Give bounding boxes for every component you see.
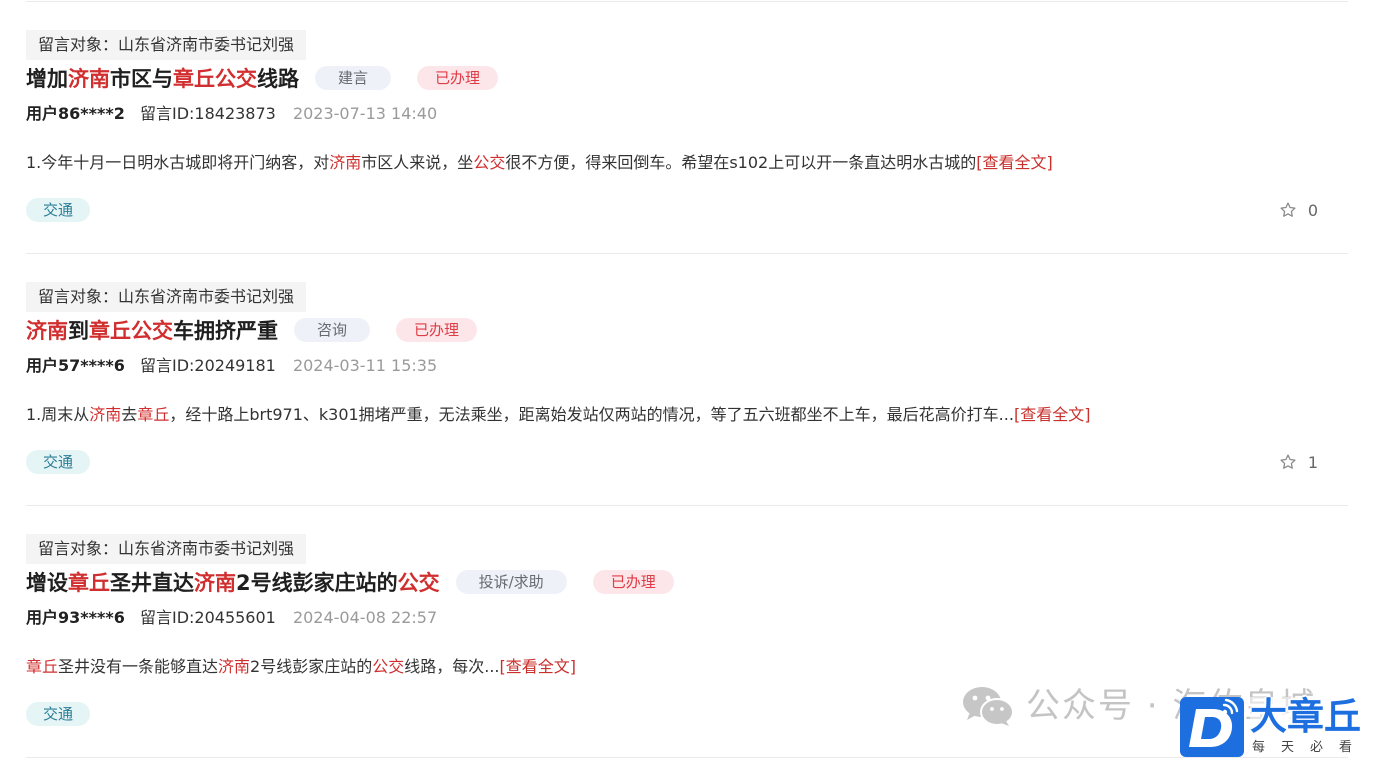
dazhangqiu-logo-icon bbox=[1180, 697, 1244, 757]
keyword-highlight: 济南 bbox=[89, 405, 122, 424]
message-type-tag: 咨询 bbox=[294, 318, 371, 342]
message-title-link[interactable]: 增设章丘圣井直达济南2号线彭家庄站的公交 bbox=[26, 567, 440, 597]
message-type-tag: 投诉/求助 bbox=[455, 570, 567, 594]
keyword-highlight: 济南 bbox=[218, 657, 251, 676]
wechat-icon bbox=[962, 686, 1014, 726]
brand-logo: 大章丘 每天必看 bbox=[1178, 695, 1376, 759]
text-segment: ，经十路上brt971、k301拥堵严重，无法乘坐，距离始发站仅两站的情况，等了… bbox=[169, 405, 1014, 424]
keyword-highlight: 济南 bbox=[68, 67, 110, 91]
excerpt-text: 1.周末从济南去章丘，经十路上brt971、k301拥堵严重，无法乘坐，距离始发… bbox=[26, 405, 1014, 424]
title-row: 增加济南市区与章丘公交线路 建言 已办理 bbox=[26, 63, 1348, 93]
keyword-highlight: 济南 bbox=[329, 153, 362, 172]
message-id: 留言ID:20455601 bbox=[139, 608, 276, 627]
message-target-badge: 留言对象：山东省济南市委书记刘强 bbox=[26, 282, 307, 312]
message-meta: 用户93****6 留言ID:20455601 2024-04-08 22:57 bbox=[26, 606, 1348, 630]
message-meta: 用户86****2 留言ID:18423873 2023-07-13 14:40 bbox=[26, 102, 1348, 126]
text-segment: 增加 bbox=[26, 67, 68, 91]
excerpt-text: 1.今年十月一日明水古城即将开门纳客，对济南市区人来说，坐公交很不方便，得来回倒… bbox=[26, 153, 976, 172]
favorite-count: 1 bbox=[1307, 452, 1318, 472]
text-segment: 很不方便，得来回倒车。希望在s102上可以开一条直达明水古城的 bbox=[505, 153, 977, 172]
view-full-text-link[interactable]: [查看全文] bbox=[500, 657, 577, 676]
text-segment: 到 bbox=[68, 319, 89, 343]
logo-name: 大章丘 bbox=[1250, 695, 1361, 738]
status-badge: 已办理 bbox=[592, 570, 674, 594]
text-segment: 增设 bbox=[26, 571, 68, 595]
status-badge: 已办理 bbox=[396, 318, 478, 342]
message-footer: 交通 0 bbox=[26, 198, 1348, 222]
keyword-highlight: 公交 bbox=[372, 657, 405, 676]
keyword-highlight: 公交 bbox=[473, 153, 506, 172]
keyword-highlight: 济南 bbox=[194, 571, 236, 595]
message-title-link[interactable]: 增加济南市区与章丘公交线路 bbox=[26, 63, 299, 93]
keyword-highlight: 济南 bbox=[26, 319, 68, 343]
text-segment: 市区人来说，坐 bbox=[361, 153, 474, 172]
text-segment: 1.周末从 bbox=[26, 405, 90, 424]
message-meta: 用户57****6 留言ID:20249181 2024-03-11 15:35 bbox=[26, 354, 1348, 378]
username: 用户57****6 bbox=[26, 356, 125, 375]
text-segment: 车拥挤严重 bbox=[173, 319, 278, 343]
message-excerpt: 1.今年十月一日明水古城即将开门纳客，对济南市区人来说，坐公交很不方便，得来回倒… bbox=[26, 151, 1348, 175]
star-outline-icon bbox=[1279, 453, 1297, 471]
message-target-badge: 留言对象：山东省济南市委书记刘强 bbox=[26, 534, 307, 564]
message-item: 留言对象：山东省济南市委书记刘强 增加济南市区与章丘公交线路 建言 已办理 用户… bbox=[26, 2, 1348, 254]
favorite-button[interactable]: 1 bbox=[1279, 453, 1318, 472]
text-segment: 线路，每次... bbox=[404, 657, 500, 676]
keyword-highlight: 章丘 bbox=[68, 571, 110, 595]
category-tag[interactable]: 交通 bbox=[26, 450, 91, 474]
message-footer: 交通 1 bbox=[26, 450, 1348, 474]
text-segment: 市区与 bbox=[110, 67, 173, 91]
text-segment: 去 bbox=[121, 405, 138, 424]
keyword-highlight: 章丘公交 bbox=[89, 319, 173, 343]
text-segment: 线路 bbox=[257, 67, 299, 91]
keyword-highlight: 公交 bbox=[397, 571, 440, 595]
logo-slogan: 每天必看 bbox=[1252, 740, 1369, 755]
text-segment: 圣井没有一条能够直达 bbox=[58, 657, 219, 676]
message-excerpt: 章丘圣井没有一条能够直达济南2号线彭家庄站的公交线路，每次...[查看全文] bbox=[26, 655, 1348, 679]
status-badge: 已办理 bbox=[417, 66, 499, 90]
message-type-tag: 建言 bbox=[315, 66, 392, 90]
timestamp: 2023-07-13 14:40 bbox=[292, 104, 438, 123]
message-target-badge: 留言对象：山东省济南市委书记刘强 bbox=[26, 30, 307, 60]
keyword-highlight: 章丘公交 bbox=[173, 67, 257, 91]
message-title-link[interactable]: 济南到章丘公交车拥挤严重 bbox=[26, 315, 278, 345]
title-row: 增设章丘圣井直达济南2号线彭家庄站的公交 投诉/求助 已办理 bbox=[26, 567, 1348, 597]
timestamp: 2024-04-08 22:57 bbox=[292, 608, 438, 627]
favorite-count: 0 bbox=[1307, 200, 1318, 220]
username: 用户93****6 bbox=[26, 608, 125, 627]
message-list: 留言对象：山东省济南市委书记刘强 增加济南市区与章丘公交线路 建言 已办理 用户… bbox=[26, 1, 1348, 758]
excerpt-text: 章丘圣井没有一条能够直达济南2号线彭家庄站的公交线路，每次... bbox=[26, 657, 500, 676]
view-full-text-link[interactable]: [查看全文] bbox=[1014, 405, 1091, 424]
text-segment: 圣井直达 bbox=[110, 571, 194, 595]
keyword-highlight: 章丘 bbox=[137, 405, 170, 424]
message-id: 留言ID:18423873 bbox=[139, 104, 276, 123]
view-full-text-link[interactable]: [查看全文] bbox=[976, 153, 1053, 172]
username: 用户86****2 bbox=[26, 104, 125, 123]
star-outline-icon bbox=[1279, 201, 1297, 219]
title-row: 济南到章丘公交车拥挤严重 咨询 已办理 bbox=[26, 315, 1348, 345]
message-excerpt: 1.周末从济南去章丘，经十路上brt971、k301拥堵严重，无法乘坐，距离始发… bbox=[26, 403, 1348, 427]
text-segment: 2号线彭家庄站的 bbox=[250, 657, 373, 676]
keyword-highlight: 章丘 bbox=[26, 657, 59, 676]
timestamp: 2024-03-11 15:35 bbox=[292, 356, 438, 375]
message-id: 留言ID:20249181 bbox=[139, 356, 276, 375]
category-tag[interactable]: 交通 bbox=[26, 198, 91, 222]
favorite-button[interactable]: 0 bbox=[1279, 201, 1318, 220]
message-item: 留言对象：山东省济南市委书记刘强 济南到章丘公交车拥挤严重 咨询 已办理 用户5… bbox=[26, 254, 1348, 506]
text-segment: 2号线彭家庄站的 bbox=[236, 571, 398, 595]
text-segment: 1.今年十月一日明水古城即将开门纳客，对 bbox=[26, 153, 330, 172]
category-tag[interactable]: 交通 bbox=[26, 702, 91, 726]
